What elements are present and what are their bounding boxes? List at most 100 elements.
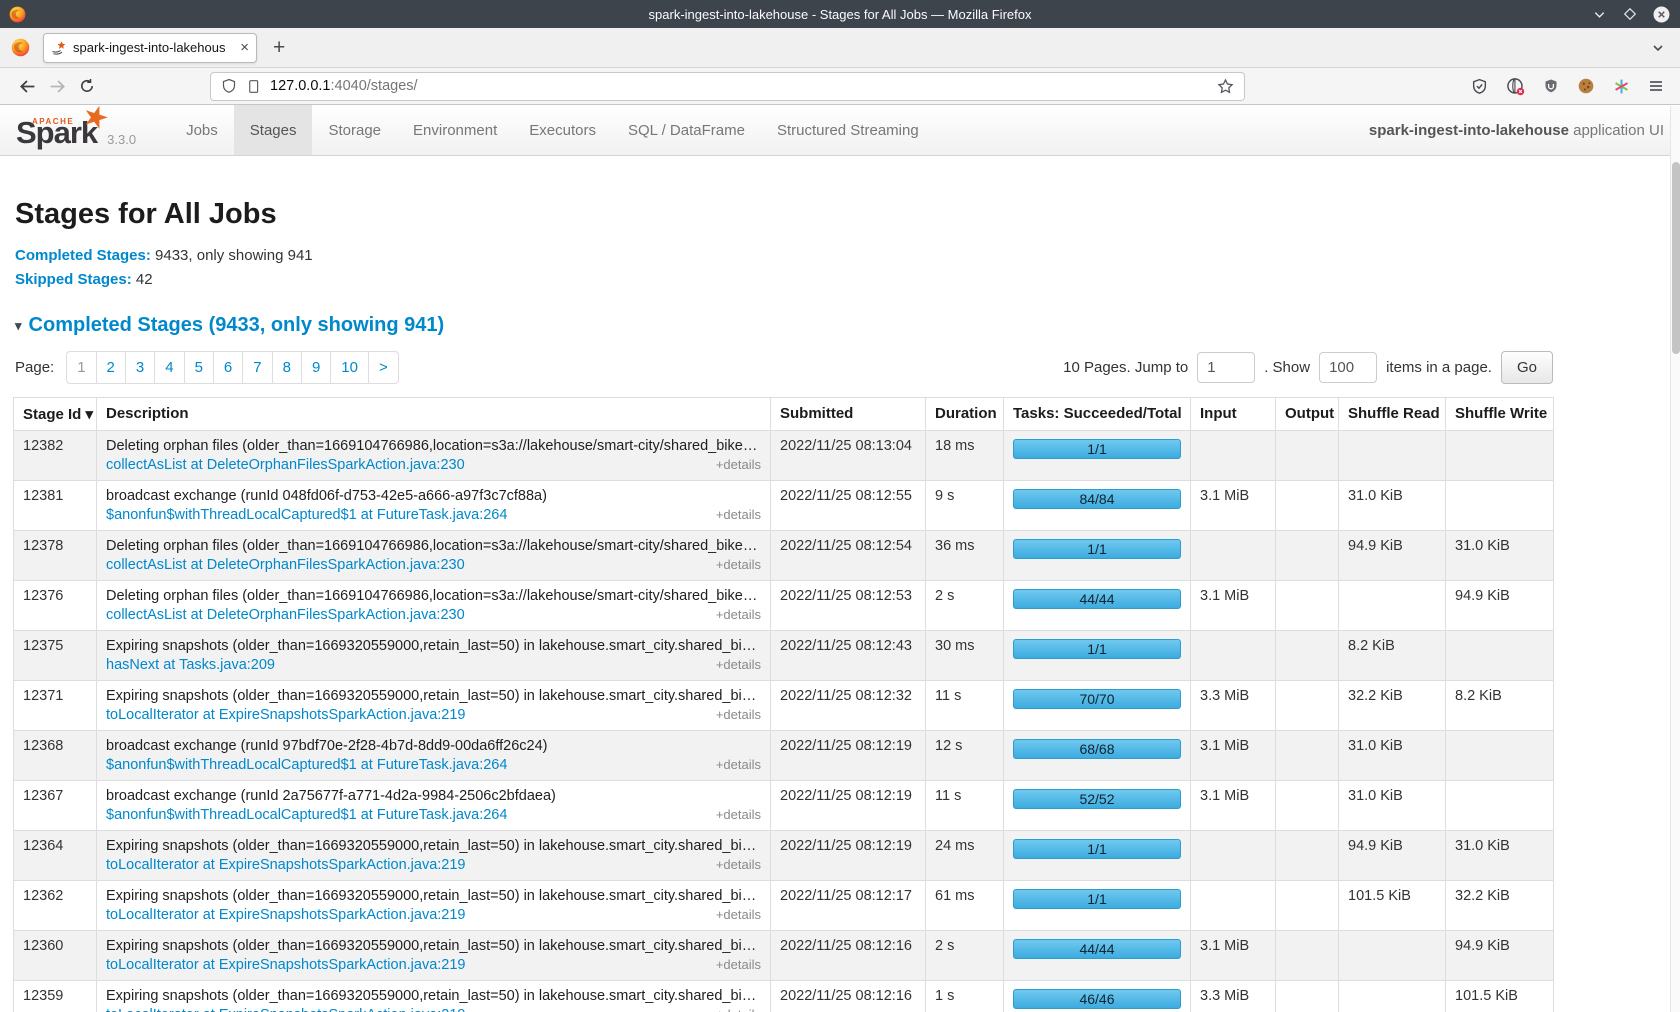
ublock-shield-icon[interactable] bbox=[1543, 78, 1559, 94]
tasks-progress-bar: 44/44 bbox=[1013, 939, 1181, 959]
shuffle-write-cell: 94.9 KiB bbox=[1446, 581, 1554, 631]
page-button-2[interactable]: 2 bbox=[96, 352, 125, 383]
reload-icon[interactable] bbox=[72, 72, 102, 100]
privacy-shield-icon[interactable] bbox=[1471, 78, 1488, 95]
page-button-10[interactable]: 10 bbox=[330, 352, 368, 383]
tab-list-chevron-icon[interactable] bbox=[1650, 40, 1666, 56]
col-header-duration[interactable]: Duration bbox=[926, 398, 1004, 431]
details-toggle[interactable]: +details bbox=[716, 957, 761, 972]
details-toggle[interactable]: +details bbox=[716, 857, 761, 872]
page-button-6[interactable]: 6 bbox=[213, 352, 242, 383]
page-button-7[interactable]: 7 bbox=[242, 352, 271, 383]
stage-callsite-link[interactable]: collectAsList at DeleteOrphanFilesSparkA… bbox=[106, 607, 465, 623]
new-tab-button[interactable]: + bbox=[273, 37, 285, 58]
firefox-icon bbox=[10, 37, 31, 58]
stage-description: Expiring snapshots (older_than=166932055… bbox=[106, 638, 761, 654]
stage-callsite-link[interactable]: $anonfun$withThreadLocalCaptured$1 at Fu… bbox=[106, 507, 507, 523]
stage-callsite-link[interactable]: hasNext at Tasks.java:209 bbox=[106, 657, 275, 673]
url-text: 127.0.0.1:4040/stages/ bbox=[270, 78, 418, 94]
go-button[interactable]: Go bbox=[1501, 351, 1553, 384]
page-button-9[interactable]: 9 bbox=[301, 352, 330, 383]
output-cell bbox=[1276, 931, 1339, 981]
page-button-5[interactable]: 5 bbox=[184, 352, 213, 383]
stage-id-cell: 12368 bbox=[14, 731, 97, 781]
tasks-progress-label: 52/52 bbox=[1079, 791, 1114, 807]
col-header-shuffle-write[interactable]: Shuffle Write bbox=[1446, 398, 1554, 431]
menu-icon[interactable] bbox=[1648, 78, 1664, 94]
completed-stages-link[interactable]: Completed Stages: bbox=[15, 247, 151, 264]
scrollbar-track[interactable] bbox=[1670, 106, 1680, 1012]
close-icon[interactable] bbox=[1653, 6, 1670, 23]
extension-asterisk-icon[interactable] bbox=[1613, 78, 1630, 95]
details-toggle[interactable]: +details bbox=[716, 657, 761, 672]
containers-icon[interactable] bbox=[1506, 77, 1525, 96]
details-toggle[interactable]: +details bbox=[716, 707, 761, 722]
output-cell bbox=[1276, 631, 1339, 681]
col-header-output[interactable]: Output bbox=[1276, 398, 1339, 431]
nav-item-environment[interactable]: Environment bbox=[397, 105, 513, 155]
input-cell bbox=[1191, 531, 1276, 581]
page-button-next[interactable]: > bbox=[368, 352, 398, 383]
stage-callsite-link[interactable]: collectAsList at DeleteOrphanFilesSparkA… bbox=[106, 457, 465, 473]
page-button-4[interactable]: 4 bbox=[154, 352, 183, 383]
tasks-progress-label: 70/70 bbox=[1079, 691, 1114, 707]
shuffle-read-cell: 31.0 KiB bbox=[1339, 481, 1446, 531]
details-toggle[interactable]: +details bbox=[716, 457, 761, 472]
col-header-input[interactable]: Input bbox=[1191, 398, 1276, 431]
shield-icon[interactable] bbox=[221, 78, 237, 94]
page-info-icon[interactable] bbox=[246, 79, 261, 94]
details-toggle[interactable]: +details bbox=[716, 557, 761, 572]
stage-callsite-link[interactable]: toLocalIterator at ExpireSnapshotsSparkA… bbox=[106, 957, 466, 973]
bookmark-star-icon[interactable] bbox=[1217, 78, 1234, 95]
stage-callsite-link[interactable]: toLocalIterator at ExpireSnapshotsSparkA… bbox=[106, 707, 466, 723]
nav-item-jobs[interactable]: Jobs bbox=[170, 105, 234, 155]
page-button-8[interactable]: 8 bbox=[272, 352, 301, 383]
show-items-input[interactable] bbox=[1319, 352, 1377, 383]
col-header-description[interactable]: Description bbox=[97, 398, 771, 431]
back-icon[interactable] bbox=[12, 72, 42, 100]
details-toggle[interactable]: +details bbox=[716, 807, 761, 822]
nav-item-stages[interactable]: Stages bbox=[234, 105, 313, 155]
spark-logo[interactable]: APACHE Spark ★ 3.3.0 bbox=[0, 105, 162, 155]
stage-callsite-link[interactable]: toLocalIterator at ExpireSnapshotsSparkA… bbox=[106, 907, 466, 923]
nav-item-sql-dataframe[interactable]: SQL / DataFrame bbox=[612, 105, 761, 155]
nav-item-structured-streaming[interactable]: Structured Streaming bbox=[761, 105, 935, 155]
duration-cell: 12 s bbox=[926, 731, 1004, 781]
minimize-icon[interactable] bbox=[1592, 7, 1607, 22]
stage-callsite-link[interactable]: toLocalIterator at ExpireSnapshotsSparkA… bbox=[106, 857, 466, 873]
details-toggle[interactable]: +details bbox=[716, 507, 761, 522]
details-toggle[interactable]: +details bbox=[716, 1007, 761, 1012]
nav-item-storage[interactable]: Storage bbox=[312, 105, 397, 155]
jump-to-input[interactable] bbox=[1197, 352, 1255, 383]
stage-description: Deleting orphan files (older_than=166910… bbox=[106, 538, 761, 554]
maximize-icon[interactable] bbox=[1623, 7, 1637, 21]
col-header-submitted[interactable]: Submitted bbox=[771, 398, 926, 431]
forward-icon[interactable] bbox=[42, 72, 72, 100]
scrollbar-thumb[interactable] bbox=[1672, 162, 1680, 354]
tasks-cell: 1/1 bbox=[1004, 531, 1191, 581]
stage-callsite-link[interactable]: $anonfun$withThreadLocalCaptured$1 at Fu… bbox=[106, 807, 507, 823]
duration-cell: 9 s bbox=[926, 481, 1004, 531]
details-toggle[interactable]: +details bbox=[716, 757, 761, 772]
details-toggle[interactable]: +details bbox=[716, 907, 761, 922]
completed-stages-section-toggle[interactable]: ▾ Completed Stages (9433, only showing 9… bbox=[15, 314, 1553, 337]
skipped-stages-link[interactable]: Skipped Stages: bbox=[15, 271, 132, 288]
col-header-tasks-succeeded-total[interactable]: Tasks: Succeeded/Total bbox=[1004, 398, 1191, 431]
tab-close-icon[interactable]: × bbox=[240, 40, 249, 55]
browser-tab[interactable]: spark-ingest-into-lakehous × bbox=[43, 33, 257, 63]
cookie-icon[interactable] bbox=[1577, 77, 1595, 95]
stage-callsite-link[interactable]: toLocalIterator at ExpireSnapshotsSparkA… bbox=[106, 1007, 466, 1012]
url-bar[interactable]: 127.0.0.1:4040/stages/ bbox=[210, 72, 1245, 101]
nav-item-executors[interactable]: Executors bbox=[513, 105, 612, 155]
details-toggle[interactable]: +details bbox=[716, 607, 761, 622]
stage-callsite-link[interactable]: collectAsList at DeleteOrphanFilesSparkA… bbox=[106, 557, 465, 573]
tasks-cell: 52/52 bbox=[1004, 781, 1191, 831]
col-header-shuffle-read[interactable]: Shuffle Read bbox=[1339, 398, 1446, 431]
input-cell bbox=[1191, 831, 1276, 881]
page-button-3[interactable]: 3 bbox=[125, 352, 154, 383]
col-header-stage-id[interactable]: Stage Id ▾ bbox=[14, 398, 97, 431]
stage-callsite-link[interactable]: $anonfun$withThreadLocalCaptured$1 at Fu… bbox=[106, 757, 507, 773]
input-cell: 3.1 MiB bbox=[1191, 781, 1276, 831]
page-button-1[interactable]: 1 bbox=[67, 352, 95, 383]
section-title: Completed Stages (9433, only showing 941… bbox=[29, 314, 445, 337]
